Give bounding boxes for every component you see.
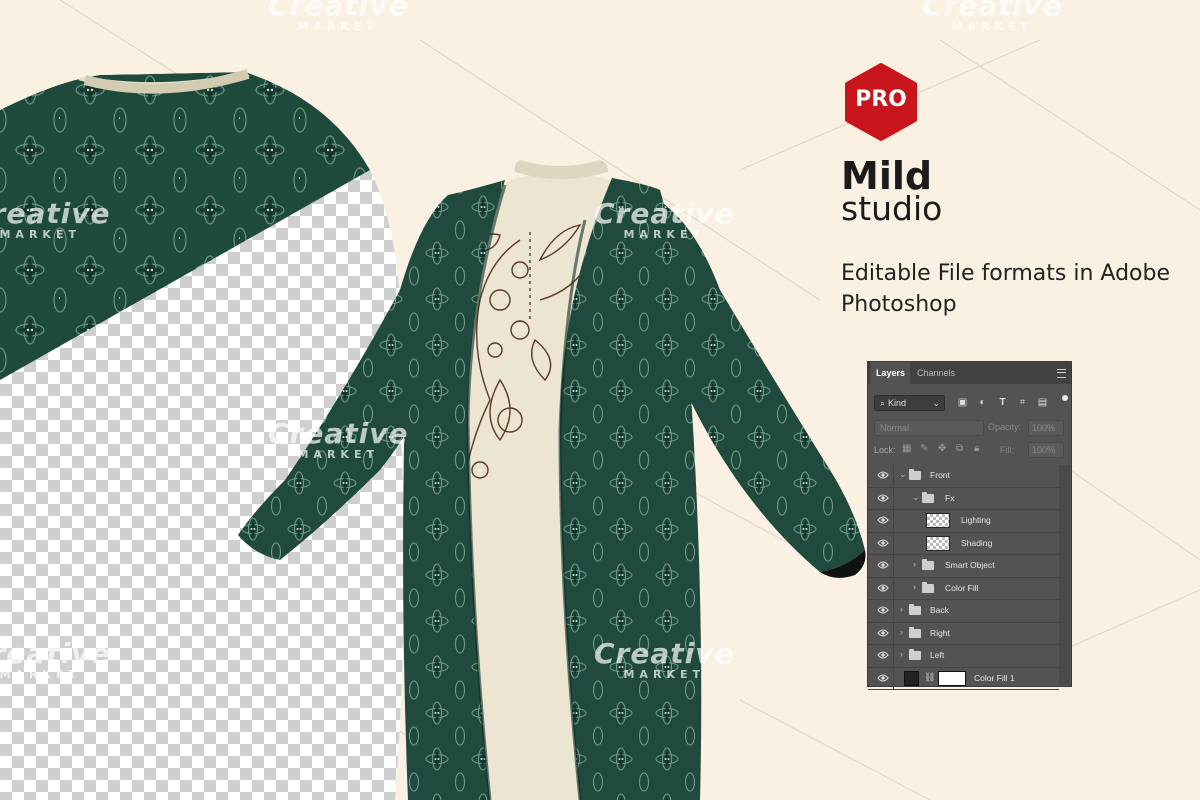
filter-toggle[interactable] xyxy=(1062,395,1068,401)
watermark: CreativeMARKET xyxy=(594,637,735,682)
fill-field[interactable]: 100% xyxy=(1028,442,1064,458)
folder-icon xyxy=(909,604,921,615)
chevron-down-icon[interactable]: ⌄ xyxy=(912,492,920,503)
chevron-right-icon[interactable]: › xyxy=(900,649,903,659)
chevron-down-icon: ⌄ xyxy=(932,398,940,408)
watermark: CreativeMARKET xyxy=(268,417,409,462)
layer-row[interactable]: › Smart Object xyxy=(868,555,1059,578)
lock-label: Lock: xyxy=(874,445,896,455)
eye-icon[interactable] xyxy=(877,470,889,480)
layer-name: Fx xyxy=(945,492,955,503)
type-filter-icon[interactable]: T xyxy=(997,397,1008,408)
eye-icon[interactable] xyxy=(877,650,889,660)
brand-subname: studio xyxy=(841,189,943,228)
chevron-right-icon[interactable]: › xyxy=(900,604,903,614)
panel-menu-icon[interactable] xyxy=(1057,369,1066,378)
watermark: CreativeMARKET xyxy=(922,0,1063,33)
lock-artboard-icon[interactable]: ⧉ xyxy=(956,443,963,454)
layer-row[interactable]: › Back xyxy=(868,600,1059,623)
shape-filter-icon[interactable]: ⌗ xyxy=(1017,397,1028,408)
panel-tabs: Layers Channels xyxy=(868,362,1071,384)
layer-name: Left xyxy=(930,650,945,660)
layer-row[interactable]: › Left xyxy=(868,645,1059,668)
layer-list: ⌄ Front ⌄ Fx Lighting Shading › Smart Ob… xyxy=(868,465,1059,690)
link-icon: ⛓ xyxy=(924,671,936,682)
chevron-right-icon[interactable]: › xyxy=(913,582,916,592)
scrollbar[interactable] xyxy=(1059,465,1070,685)
folder-icon xyxy=(922,559,934,570)
opacity-field[interactable]: 100% xyxy=(1028,420,1064,436)
layer-name: Smart Object xyxy=(945,560,995,570)
adjustment-filter-icon[interactable]: ◐ xyxy=(977,397,988,408)
eye-icon[interactable] xyxy=(877,583,889,593)
eye-icon[interactable] xyxy=(877,560,889,570)
tab-layers[interactable]: Layers xyxy=(871,362,911,384)
watermark: CreativeMARKET xyxy=(0,197,111,242)
layer-row[interactable]: Shading xyxy=(868,532,1059,555)
layer-name: Front xyxy=(930,470,950,480)
opacity-label: Opacity: xyxy=(988,422,1022,432)
watermark: CreativeMARKET xyxy=(0,637,111,682)
eye-icon[interactable] xyxy=(877,493,889,503)
layer-thumbnail xyxy=(926,513,950,528)
layer-name: Color Fill 1 xyxy=(974,672,1015,683)
badge-label: PRO xyxy=(855,87,907,112)
chevron-right-icon[interactable]: › xyxy=(913,559,916,569)
folder-icon xyxy=(922,581,934,593)
lock-paint-icon[interactable]: ✎ xyxy=(920,443,928,454)
layer-row[interactable]: ⛓ Color Fill 1 xyxy=(868,667,1059,690)
chevron-right-icon[interactable]: › xyxy=(900,627,903,637)
pixel-filter-icon[interactable]: ▣ xyxy=(957,397,968,408)
color-fill-swatch xyxy=(904,670,919,686)
layer-name: Right xyxy=(930,627,950,638)
folder-icon xyxy=(909,469,921,480)
eye-icon[interactable] xyxy=(877,673,889,683)
layer-row[interactable]: Lighting xyxy=(868,510,1059,533)
chevron-down-icon[interactable]: ⌄ xyxy=(899,469,907,480)
eye-icon[interactable] xyxy=(877,628,889,638)
search-icon: ⌕ xyxy=(880,398,886,408)
lock-position-icon[interactable]: ✥ xyxy=(938,443,946,454)
folder-icon xyxy=(909,649,921,660)
layer-name: Shading xyxy=(961,537,993,548)
layer-name: Color Fill xyxy=(945,582,979,593)
filter-kind-select[interactable]: ⌕ Kind ⌄ xyxy=(874,395,945,411)
watermark: CreativeMARKET xyxy=(594,197,735,242)
lock-transparent-icon[interactable]: ▦ xyxy=(902,443,911,454)
layer-thumbnail xyxy=(926,535,950,551)
eye-icon[interactable] xyxy=(877,515,889,525)
eye-icon[interactable] xyxy=(877,538,889,548)
eye-icon[interactable] xyxy=(877,605,889,615)
watermark: CreativeMARKET xyxy=(268,0,409,33)
layer-row[interactable]: ⌄ Front xyxy=(868,465,1059,488)
folder-icon xyxy=(909,626,921,638)
fill-label: Fill: xyxy=(1000,445,1014,455)
layer-name: Back xyxy=(930,605,949,615)
blend-mode-select[interactable]: Normal xyxy=(874,420,984,436)
layer-name: Lighting xyxy=(961,515,991,525)
layer-row[interactable]: › Color Fill xyxy=(868,577,1059,600)
lock-all-icon[interactable]: 🔒︎ xyxy=(974,443,979,454)
layer-mask-thumbnail xyxy=(938,670,966,686)
canvas: CreativeMARKET CreativeMARKET CreativeMA… xyxy=(0,0,1200,800)
smart-object-filter-icon[interactable]: ▤ xyxy=(1037,397,1048,408)
layer-row[interactable]: › Right xyxy=(868,622,1059,645)
tagline: Editable File formats in Adobe Photoshop xyxy=(841,261,1170,317)
layer-row[interactable]: ⌄ Fx xyxy=(868,487,1059,510)
layers-panel: Layers Channels ⌕ Kind ⌄ ▣ ◐ T ⌗ ▤ Normal … xyxy=(867,361,1072,690)
folder-icon xyxy=(922,491,934,503)
tab-channels[interactable]: Channels xyxy=(912,362,960,384)
pro-badge: PRO xyxy=(845,63,917,141)
